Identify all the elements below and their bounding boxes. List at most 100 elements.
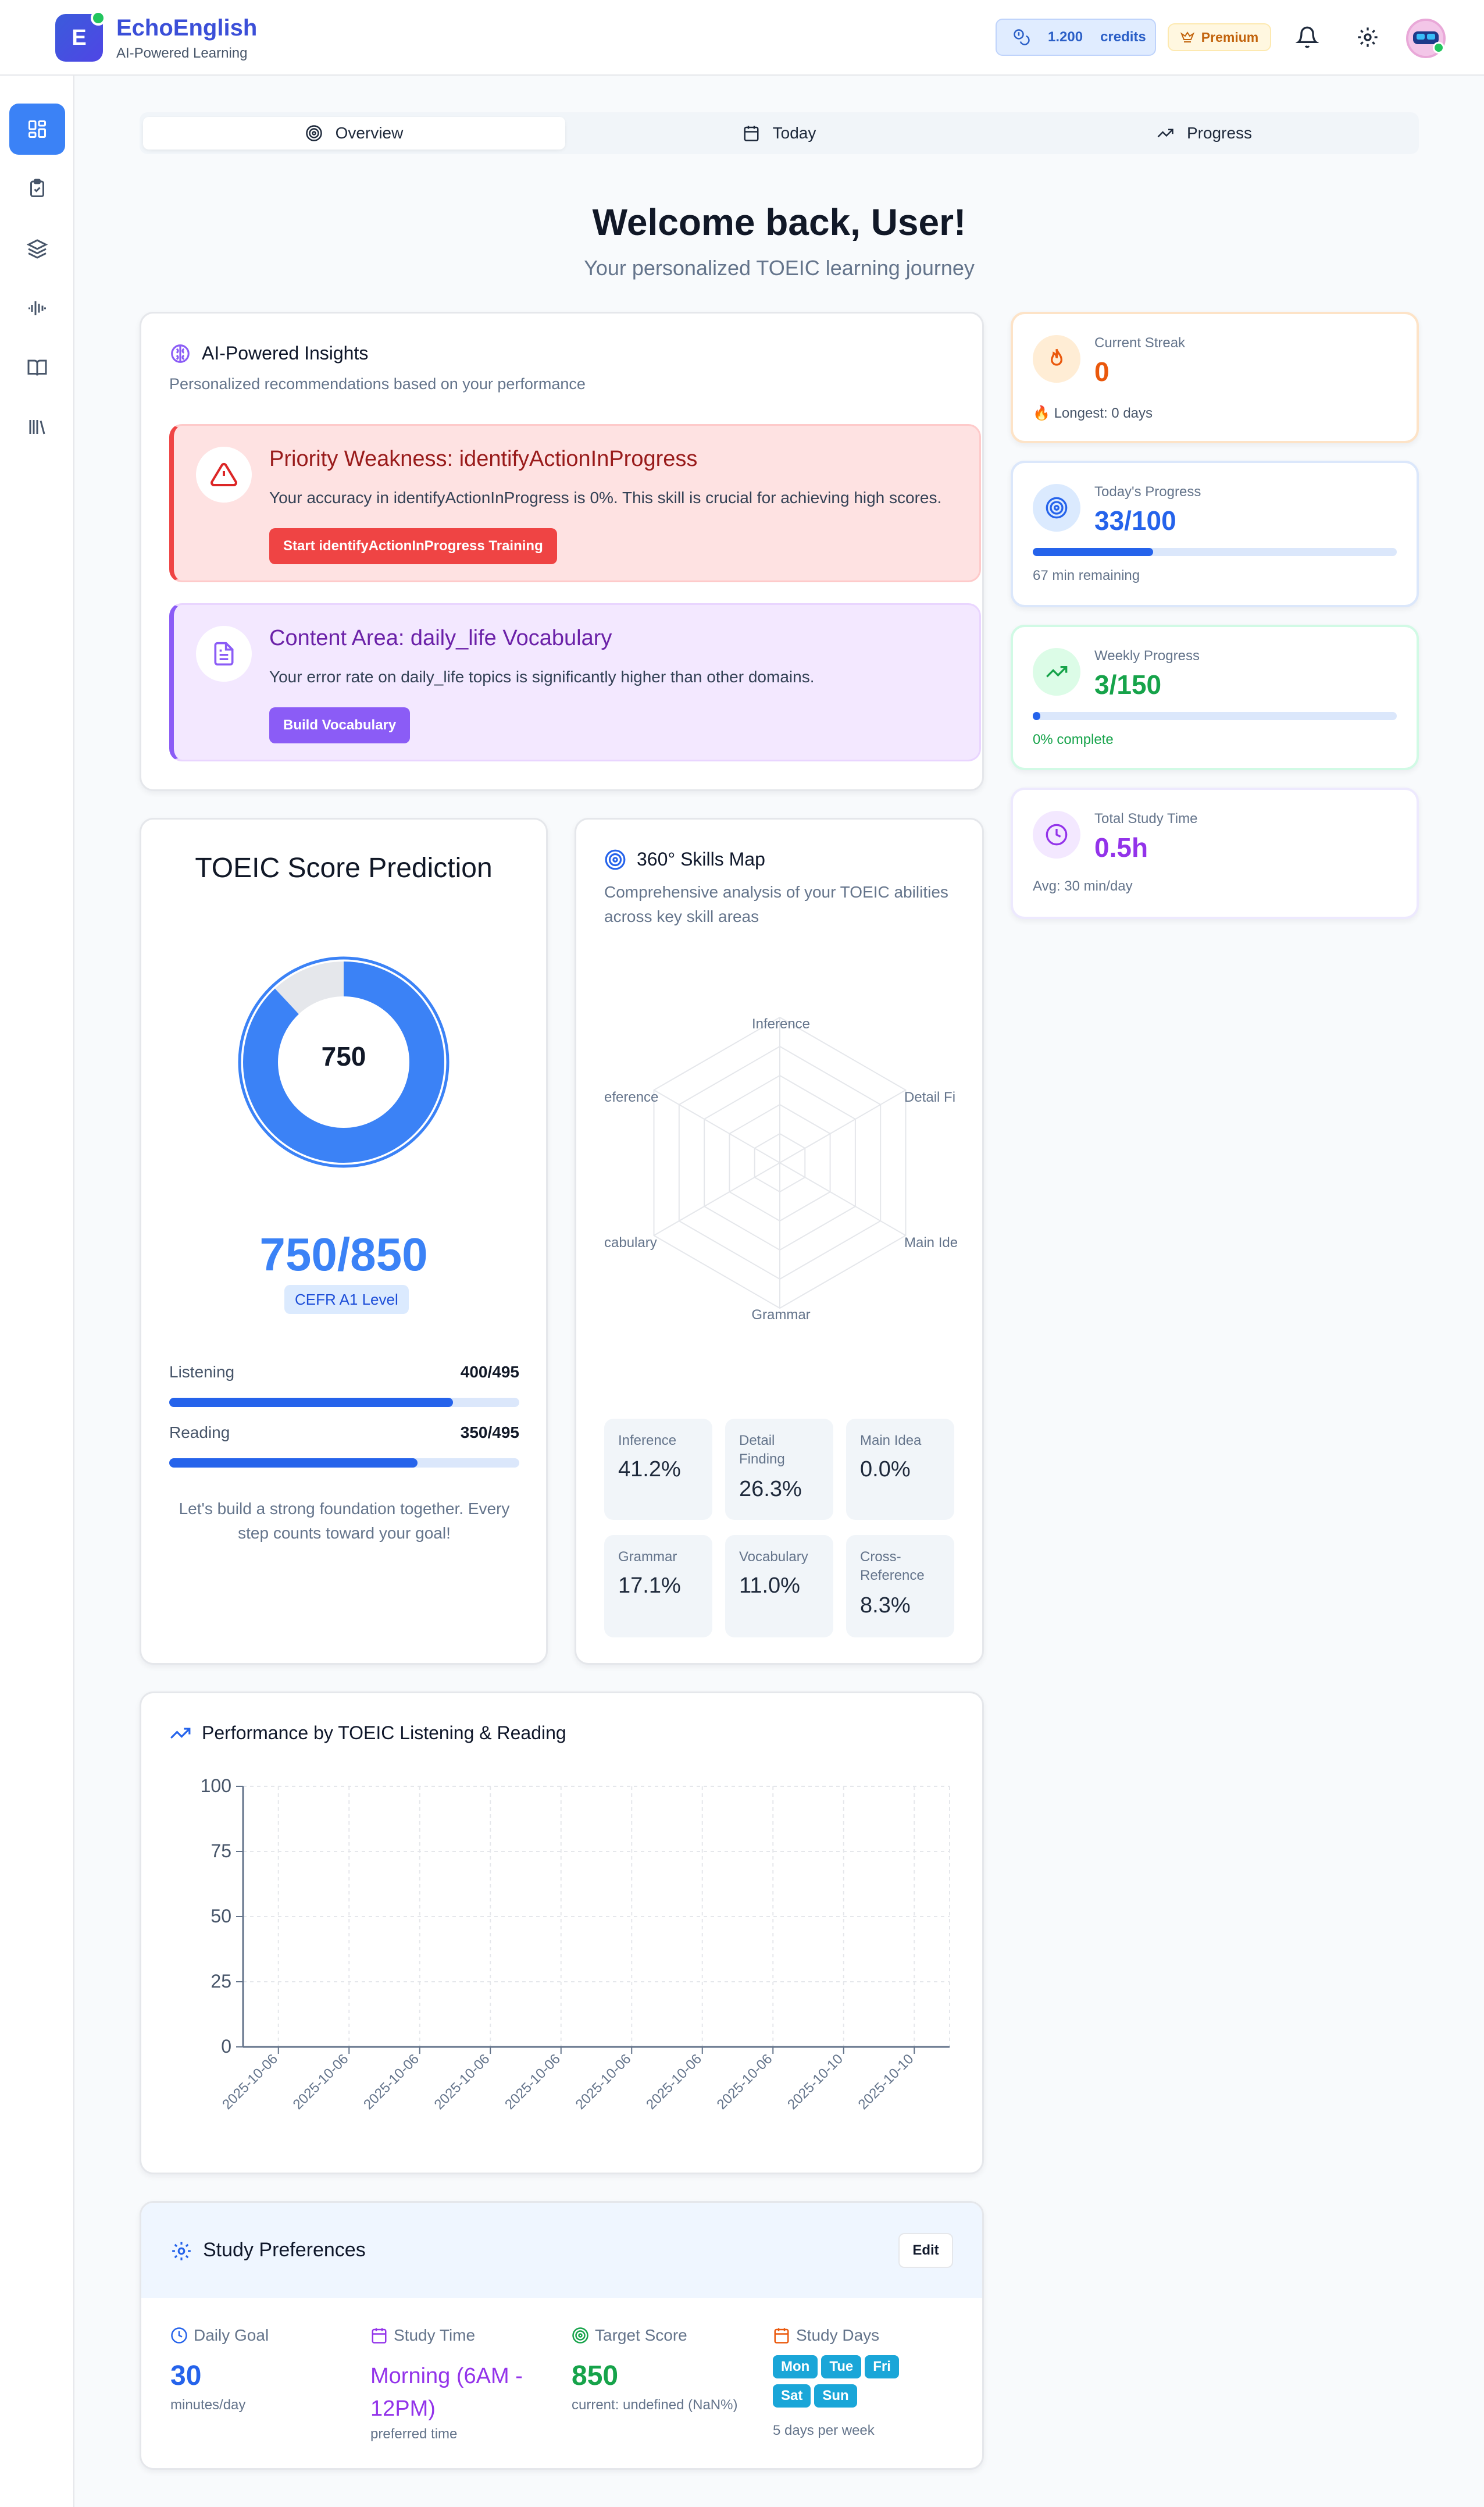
library-icon [29,420,45,435]
stat-label: Current Streak [1094,335,1186,351]
streak-icon-wrap [1033,335,1080,383]
streak-foot: 🔥 Longest: 0 days [1033,405,1153,422]
daily-goal-label: Daily Goal [170,2326,269,2345]
book-open-icon [27,359,47,376]
skill-tile-value: 41.2% [618,1457,681,1482]
chart-x-tick-label: 2025-10-06 [361,2051,422,2113]
target-score-label-text: Target Score [595,2326,687,2344]
stat-label: Today's Progress [1094,484,1201,500]
chart-y-tick-label: 25 [211,1971,231,1992]
preferences-title: Study Preferences [203,2239,366,2261]
today-progress-card: Today's Progress 33/100 67 min remaining [1011,461,1419,607]
premium-label: Premium [1201,29,1259,45]
alert-title: Content Area: daily_life Vocabulary [269,626,612,650]
radar-axis [653,1162,780,1236]
audio-waveform-icon [28,301,46,315]
bell-icon[interactable] [1296,26,1319,49]
study-days-chips: Mon Tue Fri Sat Sun [773,2354,947,2412]
study-icon-wrap [1033,811,1080,859]
skill-tile-value: 26.3% [739,1477,802,1501]
settings-icon[interactable] [1356,26,1379,49]
tab-today[interactable]: Today [568,117,990,149]
skill-tile: Grammar 17.1% [604,1535,712,1637]
radar-label-cross-reference: eference [604,1089,659,1105]
sidebar-item-library[interactable] [9,401,65,453]
skill-tile-label: Vocabulary [739,1549,808,1565]
warning-icon [211,462,237,486]
chart-x-tick-label: 2025-10-06 [573,2051,634,2113]
tab-overview[interactable]: Overview [143,117,565,149]
target-icon [305,125,322,141]
day-chip: Sat [773,2384,811,2408]
today-progress-fill [1033,548,1153,556]
skill-tile-label: Detail Finding [739,1433,785,1467]
calendar-icon [744,126,759,141]
top-header: E EchoEnglish AI-Powered Learning 1.200 … [0,0,1484,76]
today-value: 33/100 [1094,505,1176,536]
sidebar-item-dashboard[interactable] [9,104,65,155]
weekly-progress-fill [1033,712,1040,720]
weekly-complete: 0% complete [1033,732,1114,747]
listening-bar-fill [169,1398,453,1407]
sidebar-item-courses[interactable] [9,223,65,275]
radar-axis [779,1162,907,1236]
radar-label-inference: Inference [751,1016,811,1032]
chart-x-tick-label: 2025-10-06 [643,2051,705,2113]
credits-label: credits [1100,29,1146,45]
sidebar-item-reading[interactable] [9,342,65,393]
skill-tile-value: 0.0% [860,1457,911,1482]
skills-radar [653,1016,907,1309]
skill-tile-label: Cross-Reference [860,1549,925,1583]
logo-letter: E [72,25,87,50]
insights-subtitle: Personalized recommendations based on yo… [169,375,586,393]
radar-axis [653,1089,780,1163]
calendar-icon [372,2328,387,2344]
tab-label: Today [772,124,816,142]
skill-tile-value: 8.3% [860,1593,911,1618]
study-days-label-text: Study Days [796,2326,880,2344]
calendar-icon [774,2328,789,2344]
weekly-progress-bar [1033,712,1397,720]
credits-badge[interactable]: 1.200 credits [996,19,1156,56]
coins-icon [1014,29,1030,45]
start-training-button[interactable]: Start identifyActionInProgress Training [269,528,557,564]
study-value: 0.5h [1094,832,1148,863]
clock-icon [1046,824,1068,846]
chart-y-tick-label: 0 [221,2036,231,2057]
skill-tile: Cross-Reference 8.3% [846,1535,954,1637]
alert-icon-wrap [196,626,252,682]
score-prediction-card: TOEIC Score Prediction 750 750/850 CEFR … [140,818,548,1665]
tab-progress[interactable]: Progress [993,117,1415,149]
current-streak-card: Current Streak 0 🔥 Longest: 0 days [1011,312,1419,443]
stat-label: Total Study Time [1094,811,1198,827]
prediction-title: TOEIC Score Prediction [195,853,493,884]
crown-icon [1180,31,1194,42]
study-time-value: Morning (6AM - 12PM) [370,2364,523,2421]
target-score-label: Target Score [572,2326,687,2345]
tab-label: Overview [335,124,404,142]
listening-label: Listening [169,1363,235,1381]
alert-title: Priority Weakness: identifyActionInProgr… [269,447,698,471]
premium-badge[interactable]: Premium [1168,23,1271,51]
weekly-value: 3/150 [1094,670,1162,700]
trending-up-icon [1046,666,1068,678]
daily-goal-value: 30 [170,2360,202,2391]
target-score-sub: current: undefined (NaN%) [572,2397,738,2413]
skill-tile-label: Main Idea [860,1433,922,1448]
skill-tile-label: Grammar [618,1549,677,1565]
online-status-dot [91,10,106,26]
chart-x-tick-label: 2025-10-06 [219,2051,281,2113]
study-preferences-card: Study Preferences Edit Daily Goal 30 min… [140,2201,984,2470]
cefr-badge: CEFR A1 Level [284,1285,409,1314]
layers-icon [27,239,48,259]
chart-x-tick-label: 2025-10-06 [714,2051,776,2113]
app-title[interactable]: EchoEnglish [116,15,257,41]
chart-x-tick-label: 2025-10-10 [784,2051,846,2113]
sidebar-item-listening[interactable] [9,283,65,334]
sidebar-item-tests[interactable] [9,163,65,214]
build-vocabulary-button[interactable]: Build Vocabulary [269,707,411,743]
edit-preferences-button[interactable]: Edit [898,2233,953,2268]
radar-label-detail: Detail Fi [904,1089,956,1105]
target-icon [605,849,626,870]
listening-bar [169,1398,519,1407]
